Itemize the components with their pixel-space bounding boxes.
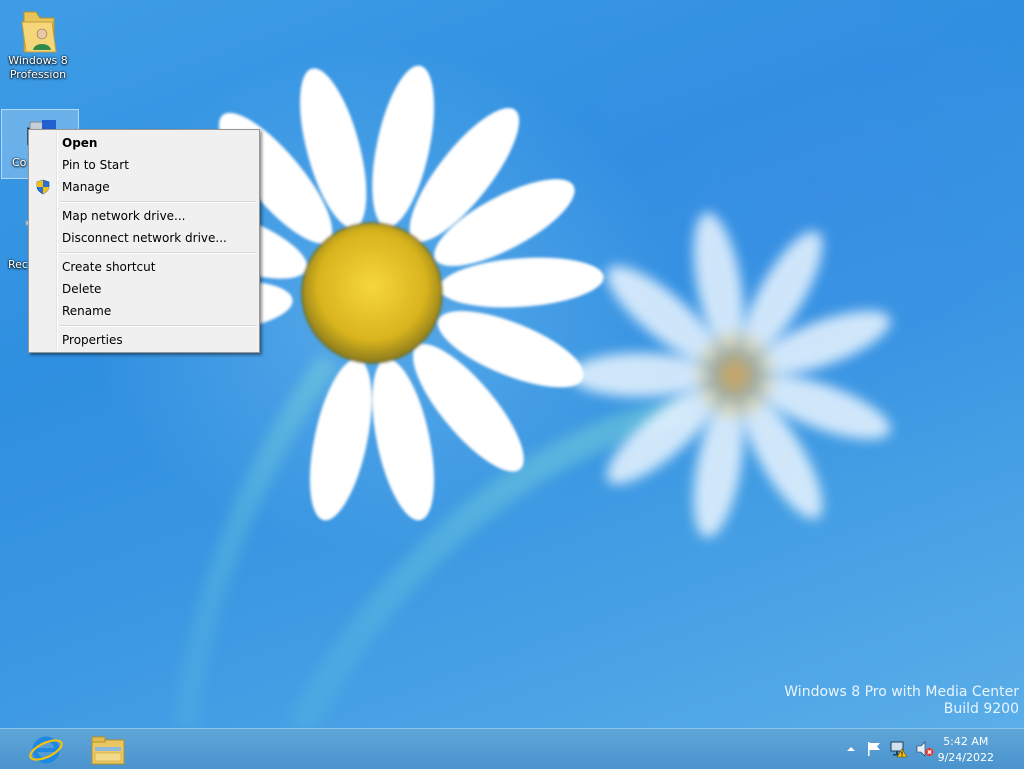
menu-separator bbox=[60, 252, 256, 254]
taskbar-internet-explorer-button[interactable] bbox=[18, 731, 74, 767]
taskbar[interactable]: 5:42 AM 9/24/2022 bbox=[0, 728, 1024, 769]
menu-item-label: Disconnect network drive... bbox=[62, 231, 227, 245]
desktop-icon-label-line1: Windows 8 bbox=[8, 54, 68, 67]
user-folder-icon bbox=[21, 11, 57, 53]
menu-item-manage[interactable]: Manage bbox=[31, 176, 257, 198]
menu-item-label: Properties bbox=[62, 333, 123, 347]
menu-item-label: Open bbox=[62, 136, 98, 150]
menu-item-label: Delete bbox=[62, 282, 102, 296]
menu-item-label: Map network drive... bbox=[62, 209, 186, 223]
desktop[interactable]: Windows 8 Profession Co Rec Windows 8 Pr… bbox=[0, 0, 1024, 728]
menu-item-create-shortcut[interactable]: Create shortcut bbox=[31, 256, 257, 278]
menu-item-pin-to-start[interactable]: Pin to Start bbox=[31, 154, 257, 176]
menu-item-label: Manage bbox=[62, 180, 110, 194]
os-build-watermark: Windows 8 Pro with Media Center Build 92… bbox=[784, 684, 1019, 718]
menu-item-delete[interactable]: Delete bbox=[31, 278, 257, 300]
desktop-icon-label-line2: Profession bbox=[9, 68, 67, 81]
menu-item-label: Rename bbox=[62, 304, 112, 318]
menu-item-label: Create shortcut bbox=[62, 260, 156, 274]
clock-time: 5:42 AM bbox=[943, 735, 989, 748]
uac-shield-icon bbox=[36, 179, 50, 195]
menu-item-properties[interactable]: Properties bbox=[31, 329, 257, 351]
volume-muted-icon[interactable] bbox=[916, 741, 934, 757]
desktop-icon-windows8-profession[interactable]: Windows 8 Profession bbox=[0, 6, 76, 90]
internet-explorer-icon bbox=[29, 736, 63, 764]
taskbar-clock[interactable]: 5:42 AM 9/24/2022 bbox=[938, 734, 994, 766]
file-explorer-icon bbox=[91, 736, 125, 765]
menu-item-open[interactable]: Open bbox=[31, 132, 257, 154]
action-center-flag-icon[interactable] bbox=[866, 741, 882, 757]
context-menu: Open Pin to Start Manage Map network dri… bbox=[28, 129, 260, 353]
wallpaper-daisy bbox=[152, 65, 891, 728]
menu-item-rename[interactable]: Rename bbox=[31, 300, 257, 322]
taskbar-file-explorer-button[interactable] bbox=[80, 731, 136, 767]
system-tray bbox=[844, 729, 940, 769]
menu-item-map-network-drive[interactable]: Map network drive... bbox=[31, 205, 257, 227]
show-hidden-icons-chevron[interactable] bbox=[846, 745, 856, 753]
menu-separator bbox=[60, 325, 256, 327]
network-icon[interactable] bbox=[890, 740, 908, 758]
menu-item-label: Pin to Start bbox=[62, 158, 129, 172]
menu-separator bbox=[60, 201, 256, 203]
menu-item-disconnect-network-drive[interactable]: Disconnect network drive... bbox=[31, 227, 257, 249]
watermark-build: Build 9200 bbox=[943, 701, 1019, 717]
watermark-edition: Windows 8 Pro with Media Center bbox=[784, 684, 1019, 700]
clock-date: 9/24/2022 bbox=[937, 751, 994, 764]
